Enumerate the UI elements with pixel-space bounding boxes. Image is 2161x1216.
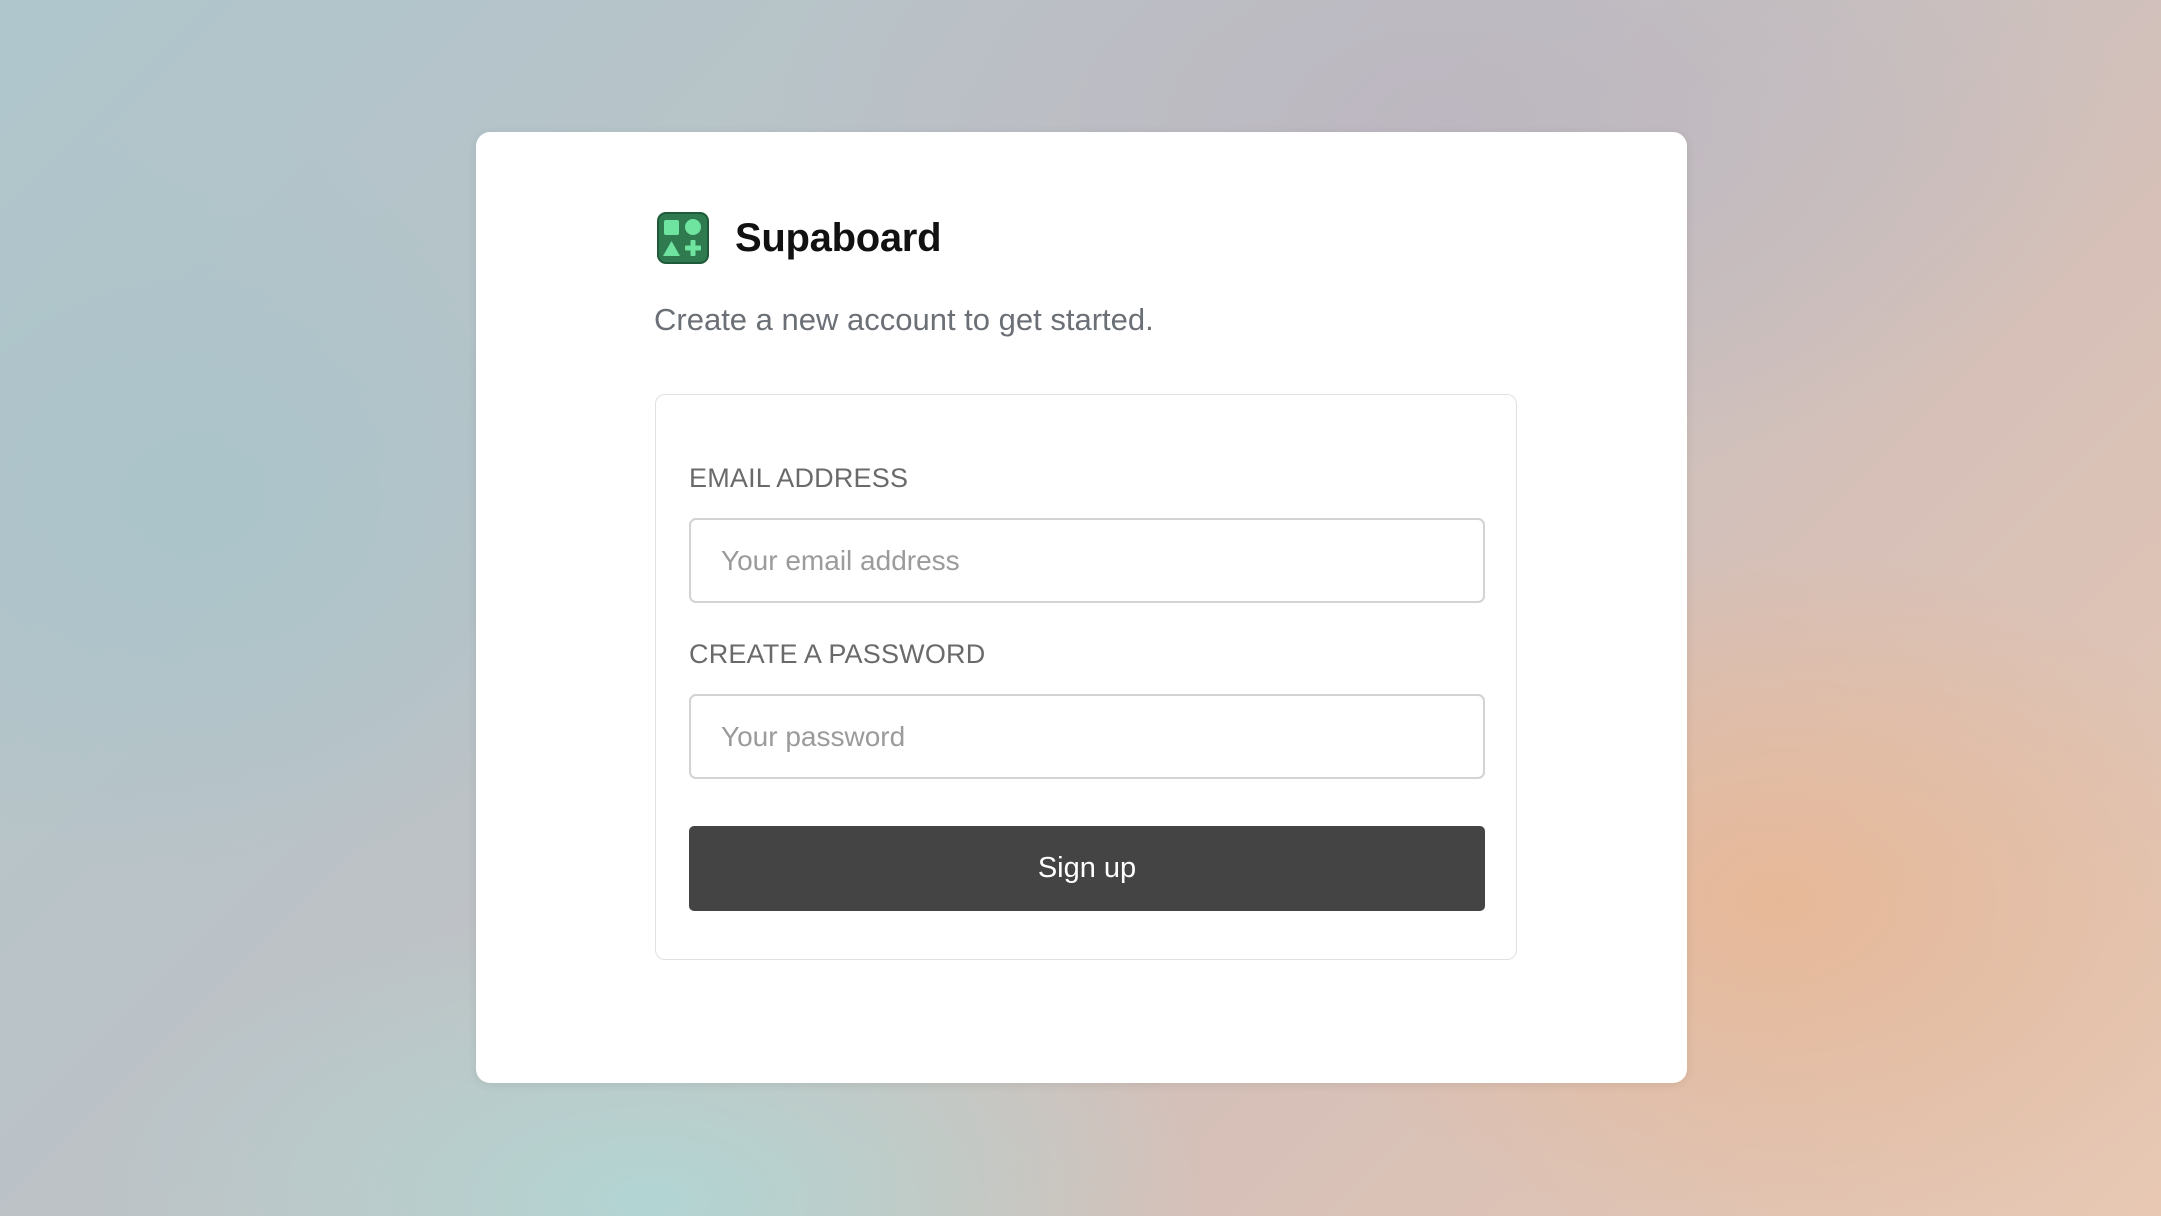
password-input[interactable] (689, 694, 1485, 779)
brand-name: Supaboard (735, 215, 942, 260)
signup-form: EMAIL ADDRESS CREATE A PASSWORD Sign up (655, 394, 1517, 960)
signup-card: Supaboard Create a new account to get st… (476, 132, 1687, 1083)
password-label: CREATE A PASSWORD (689, 639, 986, 669)
brand-header: Supaboard (656, 210, 942, 266)
email-label: EMAIL ADDRESS (689, 463, 909, 493)
shapes-icon (657, 212, 709, 264)
page-subtitle: Create a new account to get started. (654, 302, 1154, 337)
sign-up-button[interactable]: Sign up (689, 826, 1485, 911)
email-input[interactable] (689, 518, 1485, 603)
